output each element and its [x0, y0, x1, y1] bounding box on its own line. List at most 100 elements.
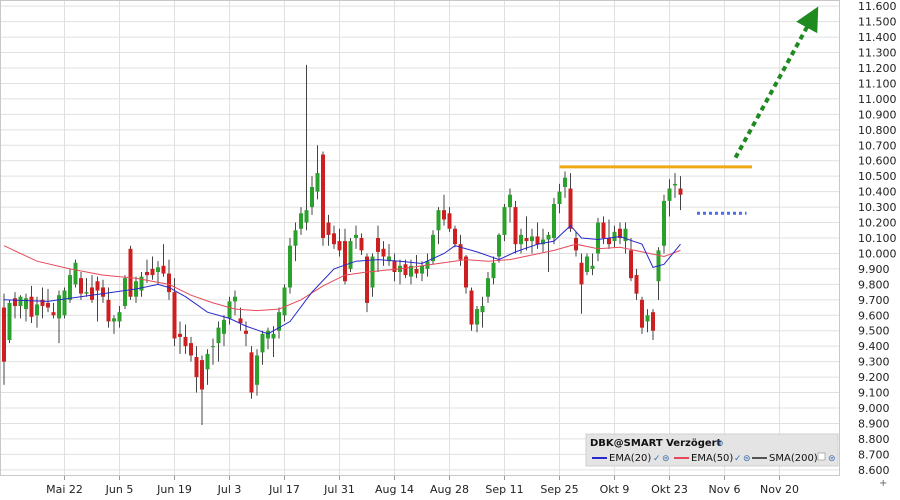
candle-body	[123, 278, 127, 306]
candle-body	[563, 177, 567, 187]
x-tick-label: Sep 25	[540, 483, 578, 496]
x-tick-label: Aug 14	[375, 483, 414, 496]
candle-body	[590, 265, 595, 269]
ema20-line	[3, 224, 681, 335]
y-tick-label: 9.300	[858, 356, 890, 369]
candle-body	[662, 200, 666, 246]
scroll-plus-icon[interactable]: +	[879, 478, 887, 489]
candle-body	[200, 360, 204, 390]
candle-body	[640, 299, 644, 328]
candle-body	[73, 262, 78, 285]
candle-body	[326, 222, 331, 235]
candle-body	[337, 241, 342, 251]
candle-body	[101, 287, 105, 297]
y-tick-label: 10.200	[858, 217, 897, 230]
candle-body	[304, 210, 309, 223]
x-tick-label: Jul 31	[323, 483, 355, 496]
candle-body	[557, 191, 562, 204]
y-tick-label: 10.600	[858, 155, 897, 168]
candle-body	[535, 236, 540, 245]
legend-settings-icon[interactable]: ⊜	[662, 454, 670, 464]
candle-body	[634, 275, 639, 294]
candle-body	[156, 267, 160, 272]
candle-body	[24, 298, 28, 310]
candle-body	[112, 318, 116, 322]
candle-body	[249, 352, 254, 393]
y-tick-label: 9.000	[858, 402, 890, 415]
candle-body	[431, 234, 435, 262]
candle-body	[447, 213, 452, 229]
candle-body	[585, 256, 589, 272]
y-tick-label: 10.000	[858, 247, 897, 260]
legend-title: DBK@SMART Verzögert	[590, 438, 722, 449]
legend-settings-icon[interactable]: ⊜	[743, 454, 751, 464]
y-tick-label: 9.800	[858, 278, 890, 291]
y-tick-label: 9.400	[858, 340, 890, 353]
y-tick-label: 10.700	[858, 139, 897, 152]
y-tick-label: 11.200	[858, 62, 897, 75]
y-tick-label: 8.700	[858, 448, 890, 461]
y-tick-label: 11.000	[858, 93, 897, 106]
forecast-arrow	[733, 6, 819, 159]
candle-body	[552, 204, 556, 238]
legend-check-icon[interactable]: ✓	[653, 454, 661, 464]
candle-body	[2, 307, 6, 362]
x-tick-label: Jun 5	[105, 483, 134, 496]
candle-body	[68, 275, 72, 300]
candle-body	[233, 296, 237, 302]
grid	[0, 0, 840, 476]
candle-body	[519, 234, 523, 245]
legend-settings-icon[interactable]: ⊜	[828, 454, 836, 464]
candle-body	[645, 315, 650, 322]
candle-body	[480, 306, 485, 313]
x-tick-label: Okt 9	[600, 483, 630, 496]
candle-body	[315, 173, 320, 192]
y-tick-label: 11.300	[858, 47, 897, 60]
candle-body	[167, 273, 171, 293]
legend-check-icon[interactable]: ✓	[734, 454, 742, 464]
y-tick-label: 11.400	[858, 31, 897, 44]
candle-body	[62, 290, 67, 316]
candle-body	[238, 318, 243, 323]
x-axis: Mai 22 Jun 5 Jun 19 Jul 3 Jul 17 Jul 31 Aug 14…	[46, 476, 799, 496]
candle-body	[491, 262, 496, 279]
y-tick-label: 9.700	[858, 294, 890, 307]
candle-body	[502, 207, 507, 235]
candle-body	[579, 262, 584, 285]
candle-body	[57, 295, 61, 319]
legend-title-icon[interactable]: ⊜	[716, 439, 724, 449]
y-tick-label: 10.300	[858, 201, 897, 214]
candle-body	[13, 298, 17, 306]
candle-body	[293, 230, 298, 246]
candle-body	[310, 187, 314, 208]
candle-body	[29, 296, 34, 317]
candle-body	[18, 296, 23, 306]
candle-body	[607, 238, 611, 245]
x-tick-label: Nov 6	[709, 483, 741, 496]
candle-body	[46, 302, 50, 308]
candle-body	[348, 241, 353, 269]
candle-body	[601, 222, 606, 238]
candle-body	[161, 265, 166, 274]
candle-body	[117, 312, 122, 322]
candle-body	[673, 183, 677, 186]
y-tick-label: 11.500	[858, 16, 897, 29]
candle-body	[150, 268, 155, 276]
candle-body	[145, 272, 149, 276]
y-tick-label: 10.400	[858, 186, 897, 199]
candle-body	[282, 287, 287, 316]
candle-body	[227, 301, 232, 319]
candle-body	[7, 302, 12, 340]
candle-body	[475, 309, 479, 325]
candle-body	[84, 292, 89, 294]
legend-checkbox-icon[interactable]	[817, 452, 826, 461]
x-tick-label: Nov 20	[760, 483, 799, 496]
candle-body	[530, 236, 534, 242]
moving-averages	[3, 224, 681, 335]
candle-body	[651, 312, 655, 331]
y-tick-label: 11.100	[858, 77, 897, 90]
y-tick-label: 10.500	[858, 170, 897, 183]
x-tick-label: Okt 23	[651, 483, 688, 496]
candle-body	[392, 261, 397, 272]
candle-body	[508, 194, 512, 208]
